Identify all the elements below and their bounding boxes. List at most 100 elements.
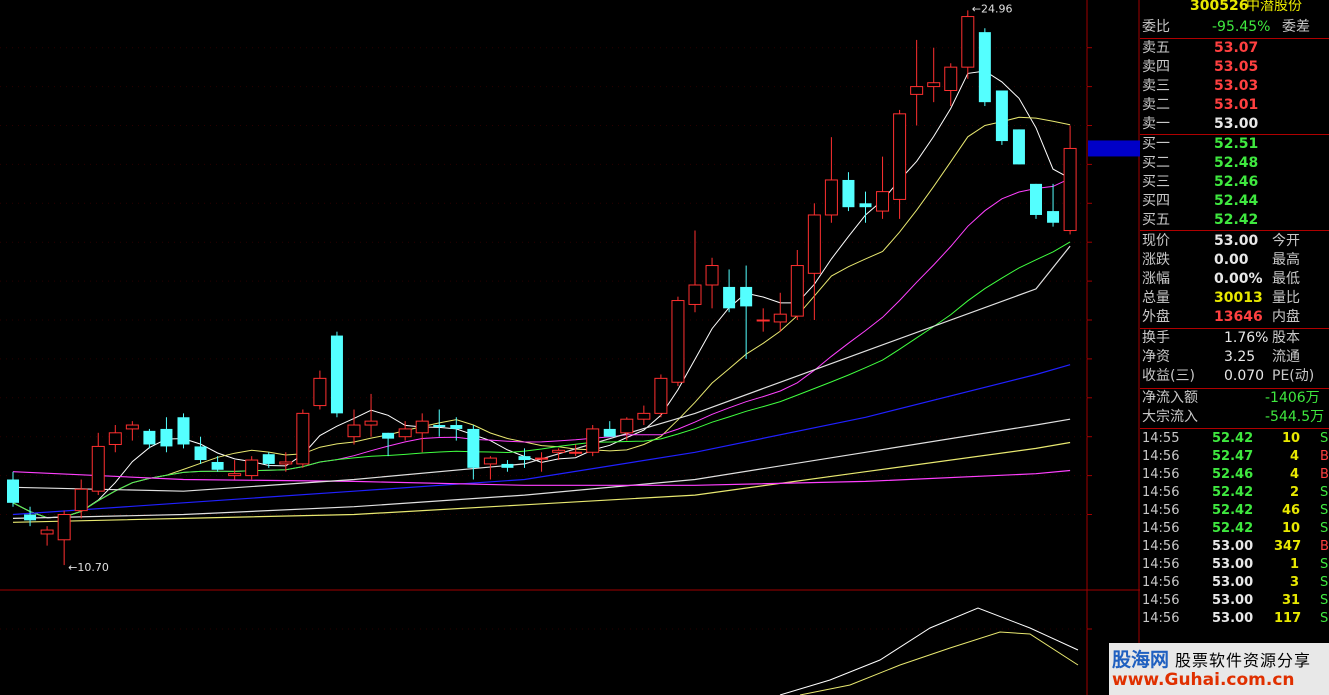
tick-time: 14:56 xyxy=(1142,557,1180,572)
candle xyxy=(688,230,702,313)
tick-time: 14:56 xyxy=(1142,467,1180,482)
candle xyxy=(824,137,838,223)
flow-label: 净流入额 xyxy=(1142,390,1198,406)
tick-time: 14:55 xyxy=(1142,431,1180,446)
candle-body xyxy=(723,286,736,309)
ma250-line xyxy=(12,469,1071,486)
ask-label: 卖五 xyxy=(1142,40,1170,56)
candle-body xyxy=(450,425,463,429)
candle xyxy=(1012,129,1025,165)
bid-row: 买二 52.48 xyxy=(1140,154,1329,173)
tick-volume: 1 xyxy=(1290,557,1300,572)
stat-label: 换手 xyxy=(1142,330,1170,346)
flow-value: -544.5万 xyxy=(1265,409,1325,425)
candle xyxy=(398,421,412,441)
candle-body xyxy=(944,66,958,91)
candle xyxy=(910,39,924,126)
candle-body xyxy=(1030,183,1042,215)
tick-time: 14:56 xyxy=(1142,485,1180,500)
candle xyxy=(245,456,259,480)
candle-body xyxy=(705,265,719,286)
candle xyxy=(740,265,753,359)
stat-value: 0.00% xyxy=(1214,271,1263,287)
tick-price: 53.00 xyxy=(1212,575,1254,590)
candle xyxy=(330,331,343,418)
candle xyxy=(57,510,71,566)
ask-row: 卖三 53.03 xyxy=(1140,77,1329,96)
candle xyxy=(347,409,361,445)
candle-body xyxy=(24,514,37,521)
current-price-tag xyxy=(1088,140,1140,157)
candle-body xyxy=(279,461,293,465)
candle-body xyxy=(824,179,838,216)
tick-volume: 10 xyxy=(1282,521,1301,536)
candle-body xyxy=(603,428,616,437)
low-price-label: ←10.70 xyxy=(68,561,109,574)
candle xyxy=(501,460,514,472)
tick-side: S xyxy=(1320,521,1329,536)
candle-body xyxy=(398,428,412,438)
tick-side: B xyxy=(1320,449,1329,464)
stock-title: 300526 中潜股份 xyxy=(1140,0,1329,16)
candle-body xyxy=(501,463,514,468)
candle-body xyxy=(620,418,634,434)
candle xyxy=(91,432,105,496)
tick-price: 53.00 xyxy=(1212,557,1254,572)
candle xyxy=(108,425,122,453)
ask-row: 卖五 53.07 xyxy=(1140,39,1329,58)
tick-volume: 2 xyxy=(1290,485,1300,500)
ask-label: 卖一 xyxy=(1142,116,1170,132)
stat-row: 总量 30013 量比 xyxy=(1140,289,1329,308)
tick-row: 14:56 52.42 46 S xyxy=(1140,502,1329,520)
bid-row: 买五 52.42 xyxy=(1140,211,1329,230)
tick-time: 14:56 xyxy=(1142,449,1180,464)
candle-body xyxy=(637,412,651,420)
tick-row: 14:56 52.47 4 B xyxy=(1140,448,1329,466)
candle xyxy=(364,393,378,437)
bid-row: 买三 52.46 xyxy=(1140,173,1329,192)
candle-body xyxy=(7,479,19,503)
bid-price: 52.42 xyxy=(1214,212,1259,228)
tick-side: B xyxy=(1320,467,1329,482)
watermark-slogan: 股票软件资源分享 xyxy=(1175,651,1312,670)
tick-side: B xyxy=(1320,539,1329,554)
tick-price: 52.47 xyxy=(1212,449,1254,464)
stat-row: 现价 53.00 今开 xyxy=(1140,232,1329,251)
candle xyxy=(194,436,207,464)
bid-label: 买一 xyxy=(1142,136,1170,152)
candle xyxy=(1063,125,1077,235)
candle-body xyxy=(40,529,54,535)
ask-row: 卖二 53.01 xyxy=(1140,96,1329,115)
candle-body xyxy=(347,424,361,438)
candle-body xyxy=(415,420,429,434)
tick-row: 14:56 52.46 4 B xyxy=(1140,466,1329,484)
ask-label: 卖三 xyxy=(1142,78,1170,94)
stat-row: 外盘 13646 内盘 xyxy=(1140,308,1329,327)
candle xyxy=(654,374,668,418)
candle xyxy=(705,257,719,309)
candle xyxy=(961,10,975,79)
tick-price: 52.42 xyxy=(1212,431,1254,446)
flow-label: 大宗流入 xyxy=(1142,409,1198,425)
stat-row: 涨跌 0.00 最高 xyxy=(1140,251,1329,270)
ask-price: 53.05 xyxy=(1214,59,1259,75)
candle xyxy=(1030,183,1042,219)
stat-label-2: 量比 xyxy=(1272,290,1300,306)
candle xyxy=(807,203,821,320)
stock-code: 300526 xyxy=(1190,0,1249,14)
stat-label-2: PE(动) xyxy=(1272,368,1315,384)
candle-body xyxy=(382,432,395,439)
candle xyxy=(637,405,651,426)
tick-volume: 3 xyxy=(1290,575,1300,590)
kline-chart[interactable]: ←24.96 ←10.70 xyxy=(0,0,1329,695)
tick-row: 14:56 52.42 10 S xyxy=(1140,520,1329,538)
bid-price: 52.46 xyxy=(1214,174,1259,190)
candle-body xyxy=(552,449,566,453)
candle xyxy=(467,425,480,480)
flow-row: 大宗流入 -544.5万 xyxy=(1140,408,1329,427)
stat-value: 3.25 xyxy=(1224,349,1256,365)
candle xyxy=(296,409,310,468)
tick-side: S xyxy=(1320,575,1329,590)
bid-price: 52.44 xyxy=(1214,193,1259,209)
stat-label: 涨跌 xyxy=(1142,252,1170,268)
